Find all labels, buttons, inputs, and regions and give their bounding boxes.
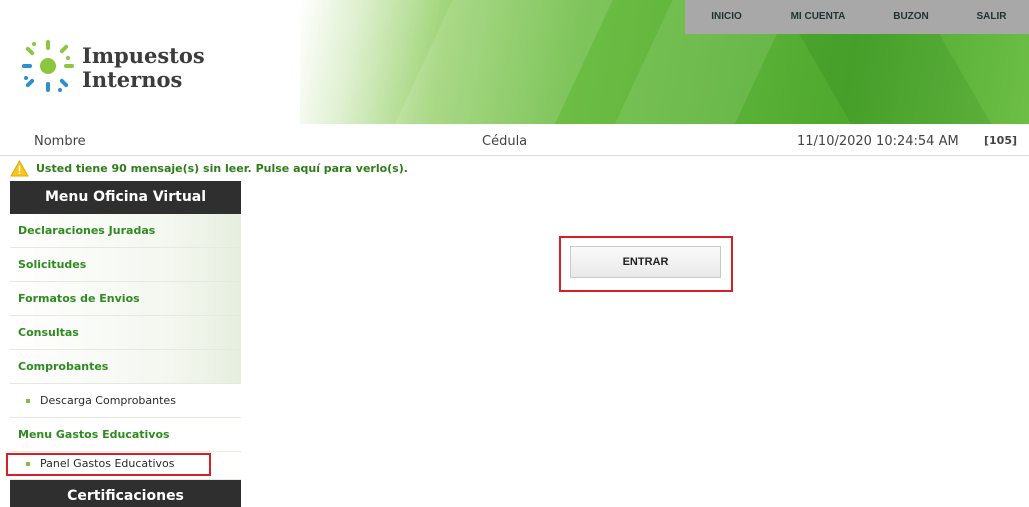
sidebar-item-consultas[interactable]: Consultas [10,316,241,350]
sidebar-item-comprobantes[interactable]: Comprobantes [10,350,241,384]
certificaciones-title[interactable]: Certificaciones [10,480,241,507]
logo-text: Impuestos Internos [82,44,205,92]
panel-gastos-highlight [6,453,211,476]
nav-salir[interactable]: SALIR [954,0,1029,34]
cedula-label: Cédula [482,134,528,149]
nav-mi-cuenta[interactable]: MI CUENTA [768,0,868,34]
nav-buzon[interactable]: BUZON [868,0,954,34]
sidebar-item-solicitudes[interactable]: Solicitudes [10,248,241,282]
nav-inicio[interactable]: INICIO [685,0,768,34]
unread-messages-link[interactable]: Usted tiene 90 mensaje(s) sin leer. Puls… [36,162,408,175]
sidebar-subitem-label: Descarga Comprobantes [40,394,176,407]
header: Impuestos Internos INICIO MI CUENTA BUZO… [0,0,1029,124]
warning-icon [10,159,29,177]
logo-sun-icon [22,40,74,92]
unread-messages-notice[interactable]: Usted tiene 90 mensaje(s) sin leer. Puls… [10,158,408,178]
nombre-label: Nombre [34,134,86,149]
sidebar-item-formatos[interactable]: Formatos de Envios [10,282,241,316]
session-code: [105] [984,134,1018,147]
logo[interactable]: Impuestos Internos [20,38,220,102]
bullet-icon [26,399,30,403]
top-navigation: INICIO MI CUENTA BUZON SALIR [685,0,1029,34]
sidebar-subitem-descarga[interactable]: Descarga Comprobantes [10,384,241,418]
logo-line1: Impuestos [82,43,205,68]
menu-title: Menu Oficina Virtual [10,181,241,214]
sidebar-item-declaraciones[interactable]: Declaraciones Juradas [10,214,241,248]
entrar-button[interactable]: ENTRAR [570,246,721,278]
user-info-bar: Nombre Cédula 11/10/2020 10:24:54 AM [10… [0,130,1029,156]
logo-line2: Internos [82,67,183,92]
datetime: 11/10/2020 10:24:54 AM [797,134,959,149]
sidebar-item-gastos-educativos[interactable]: Menu Gastos Educativos [10,418,241,452]
